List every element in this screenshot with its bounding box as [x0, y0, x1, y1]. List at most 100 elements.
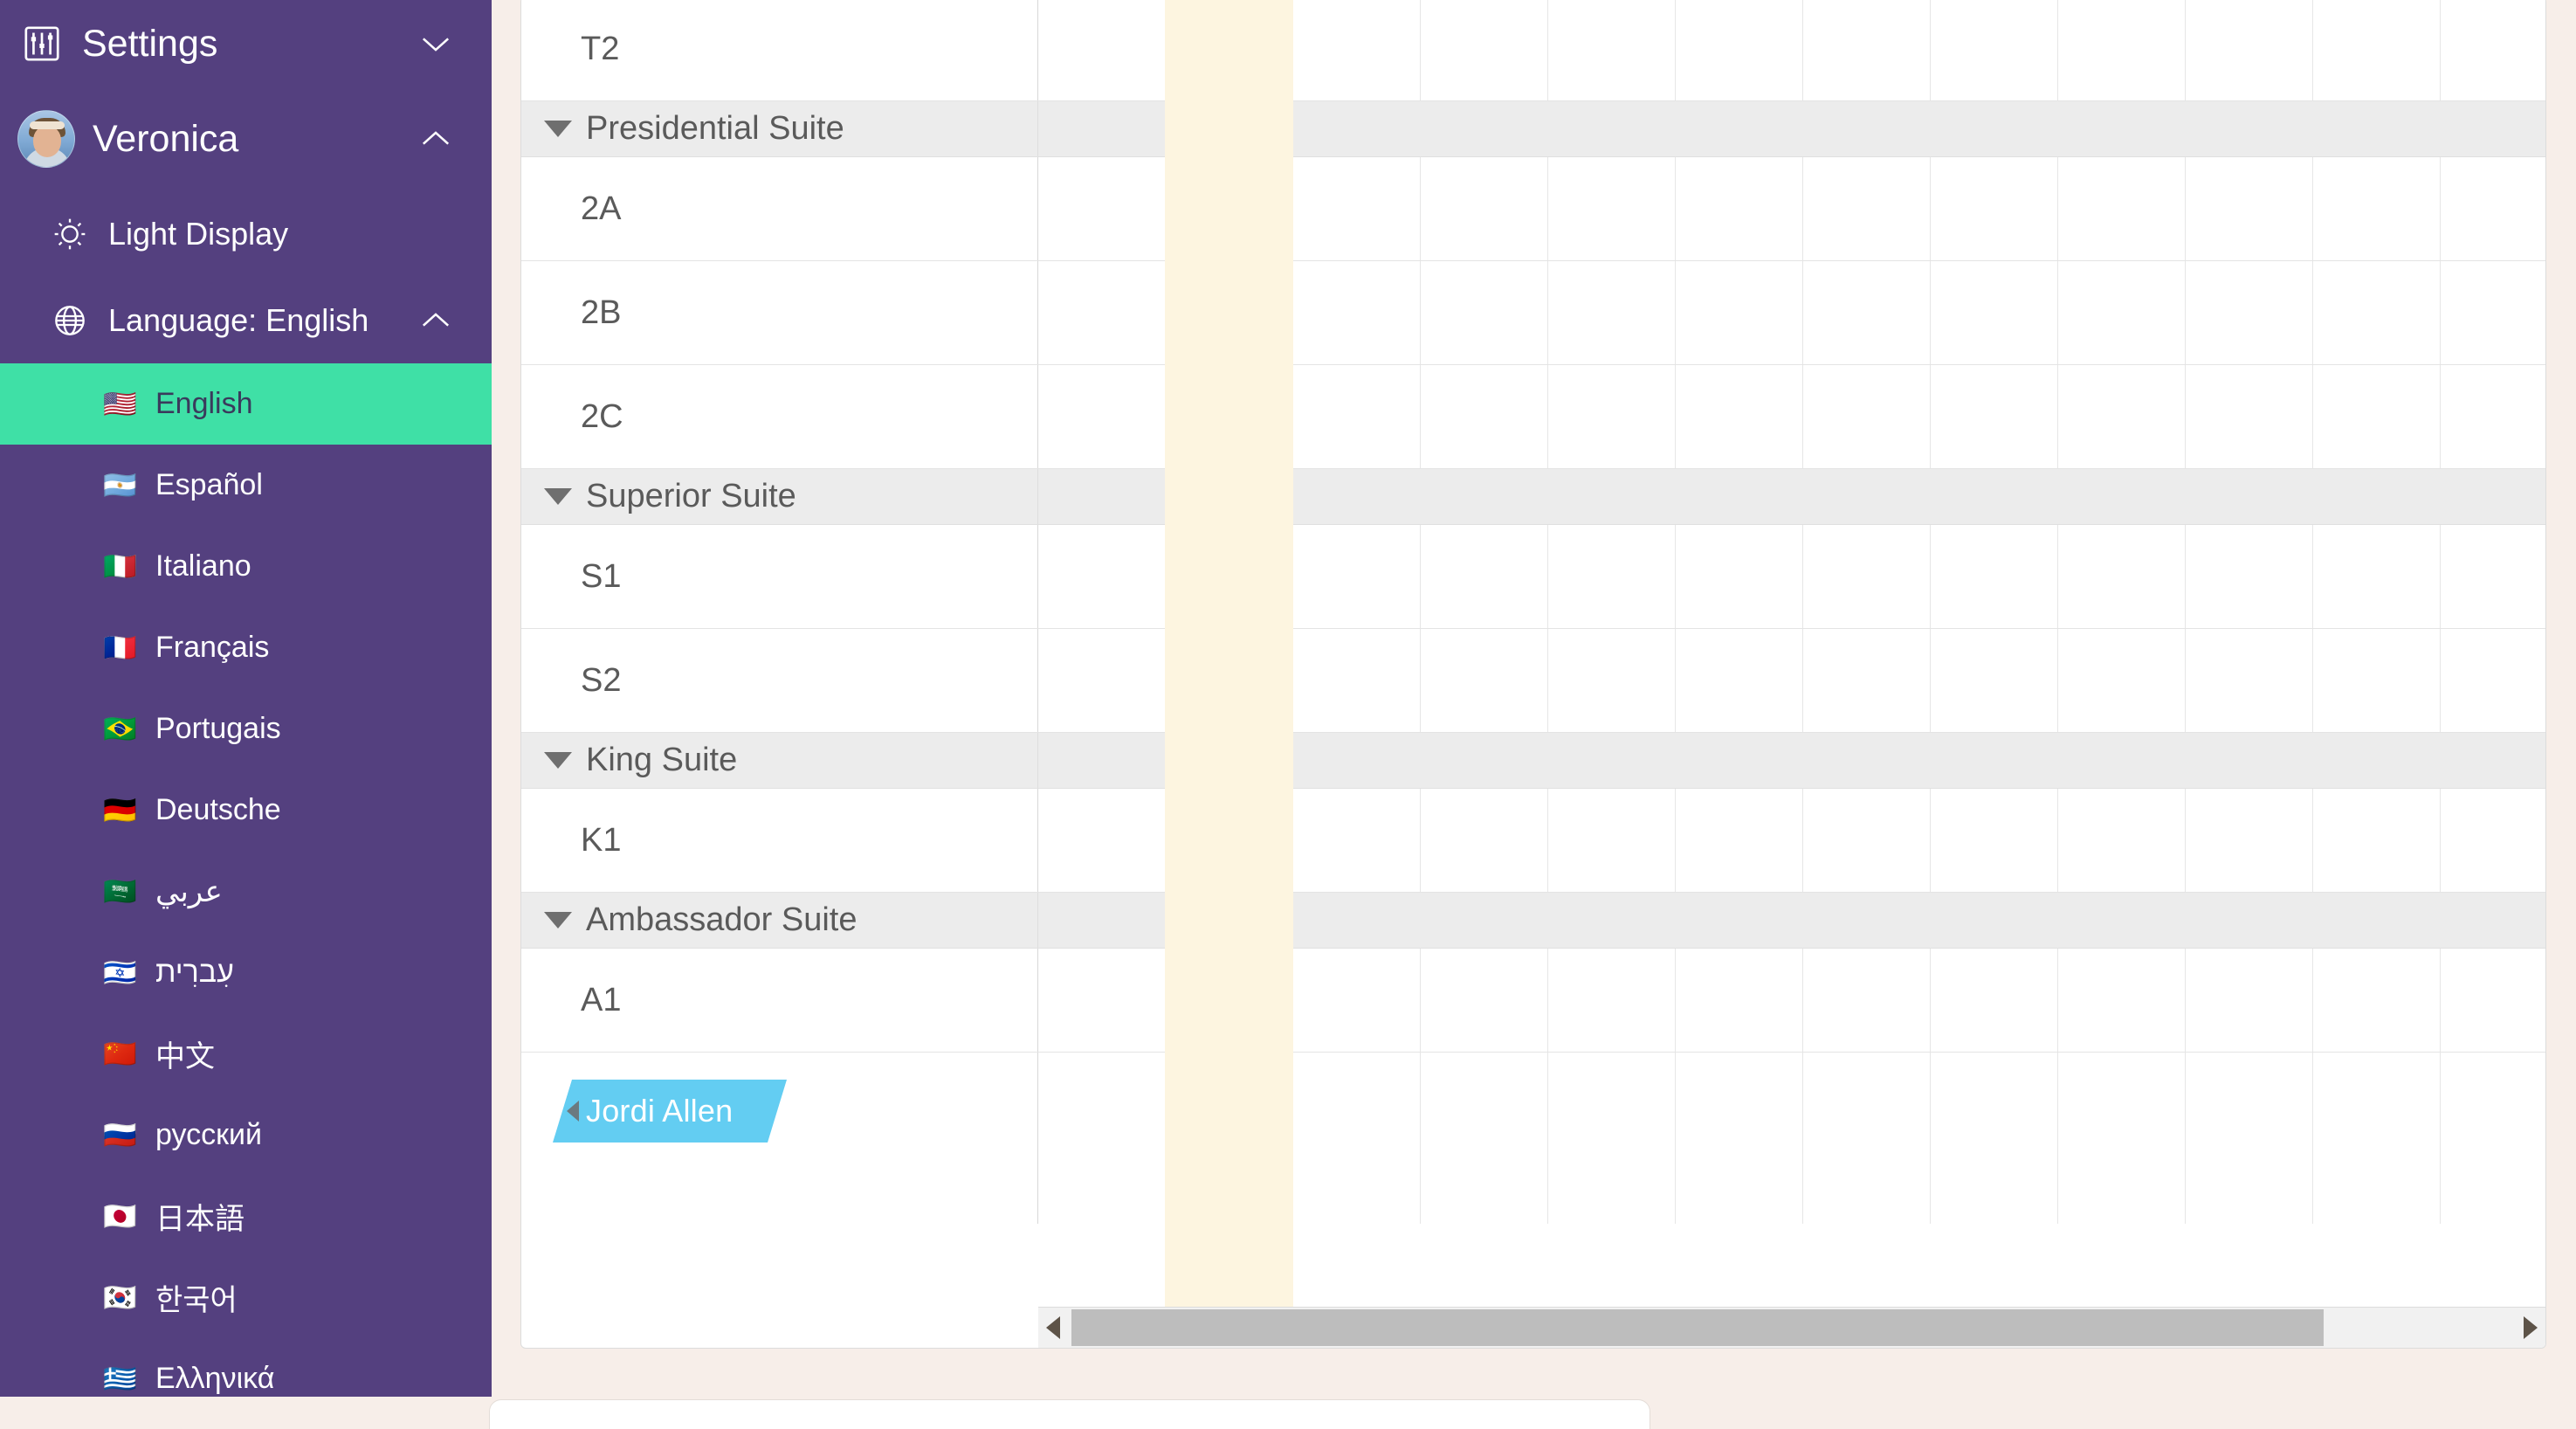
- timeline-cell[interactable]: [1803, 261, 1931, 364]
- caret-down-icon[interactable]: [544, 121, 572, 137]
- timeline-cell[interactable]: [1548, 629, 1676, 732]
- timeline-cell[interactable]: [1038, 365, 1166, 468]
- timeline-cell[interactable]: [1803, 949, 1931, 1052]
- timeline-cell[interactable]: [1038, 629, 1166, 732]
- timeline-cell[interactable]: [2313, 157, 2441, 260]
- timeline-cell-today[interactable]: [1166, 157, 1293, 260]
- timeline-cell[interactable]: [1293, 261, 1421, 364]
- timeline-cell[interactable]: [2313, 261, 2441, 364]
- timeline-cell[interactable]: [2441, 261, 2545, 364]
- timeline-cell[interactable]: [1803, 789, 1931, 892]
- chevron-up-icon[interactable]: [418, 129, 453, 148]
- timeline-cell[interactable]: [1421, 0, 1548, 100]
- timeline-cell[interactable]: [2313, 629, 2441, 732]
- chevron-down-icon[interactable]: [418, 34, 453, 53]
- timeline-cell[interactable]: [1676, 525, 1803, 628]
- timeline-cell[interactable]: [2441, 525, 2545, 628]
- timeline-cell[interactable]: [1803, 1053, 1931, 1224]
- timeline-cell-today[interactable]: [1166, 0, 1293, 100]
- timeline-cell[interactable]: [2058, 261, 2186, 364]
- timeline-cell[interactable]: [2441, 1053, 2545, 1224]
- timeline-cell[interactable]: [2186, 789, 2313, 892]
- timeline-cell[interactable]: [1676, 261, 1803, 364]
- room-group-row[interactable]: Presidential Suite: [521, 101, 2545, 157]
- sidebar-item-light-display[interactable]: Light Display: [0, 190, 492, 277]
- timeline-cell[interactable]: [1038, 1053, 1166, 1224]
- timeline-cell[interactable]: [1293, 525, 1421, 628]
- timeline-cell[interactable]: [1293, 365, 1421, 468]
- timeline-cell-today[interactable]: [1166, 1053, 1293, 1224]
- timeline-cell[interactable]: [1676, 789, 1803, 892]
- language-item[interactable]: 🇬🇷 Ελληνικά: [0, 1338, 492, 1397]
- timeline-cell[interactable]: [2058, 0, 2186, 100]
- timeline-cell[interactable]: [1548, 949, 1676, 1052]
- timeline-cell[interactable]: [1931, 0, 2058, 100]
- language-item[interactable]: 🇰🇷 한국어: [0, 1257, 492, 1338]
- timeline-cell[interactable]: [1421, 949, 1548, 1052]
- timeline-cell[interactable]: [2441, 365, 2545, 468]
- chevron-up-icon[interactable]: [418, 311, 453, 330]
- scroll-right-arrow-icon[interactable]: [2516, 1316, 2545, 1339]
- timeline-cell[interactable]: [2058, 949, 2186, 1052]
- timeline-cell-today[interactable]: [1166, 365, 1293, 468]
- scrollbar-track[interactable]: [1068, 1307, 2516, 1348]
- timeline-cell[interactable]: [2313, 365, 2441, 468]
- timeline-cell-today[interactable]: [1166, 789, 1293, 892]
- timeline-cell[interactable]: [1803, 525, 1931, 628]
- timeline-cell[interactable]: [1038, 261, 1166, 364]
- timeline-cell[interactable]: [1548, 261, 1676, 364]
- user-profile-row[interactable]: Veronica: [0, 87, 492, 190]
- timeline-cell[interactable]: [1931, 157, 2058, 260]
- timeline-cell[interactable]: [2186, 0, 2313, 100]
- timeline-cell-today[interactable]: [1166, 949, 1293, 1052]
- caret-down-icon[interactable]: [544, 488, 572, 505]
- timeline-cell[interactable]: [2186, 629, 2313, 732]
- timeline-cell[interactable]: [1931, 629, 2058, 732]
- timeline-cell[interactable]: [1293, 1053, 1421, 1224]
- timeline-cell[interactable]: [1676, 629, 1803, 732]
- timeline-cell[interactable]: [1931, 1053, 2058, 1224]
- timeline-cell[interactable]: [2441, 949, 2545, 1052]
- timeline-cell[interactable]: [1421, 789, 1548, 892]
- timeline-cell[interactable]: [1038, 949, 1166, 1052]
- timeline-cell[interactable]: [1803, 0, 1931, 100]
- timeline-cell[interactable]: [2441, 157, 2545, 260]
- timeline-cell[interactable]: [1548, 365, 1676, 468]
- room-group-row[interactable]: Superior Suite: [521, 469, 2545, 525]
- timeline-cell[interactable]: [2058, 789, 2186, 892]
- timeline-cell[interactable]: [1931, 949, 2058, 1052]
- timeline-cell[interactable]: [1038, 157, 1166, 260]
- timeline-cell[interactable]: [2058, 157, 2186, 260]
- timeline-cell-today[interactable]: [1166, 525, 1293, 628]
- timeline-cell[interactable]: [1803, 629, 1931, 732]
- timeline-cell[interactable]: [2313, 949, 2441, 1052]
- timeline-cell[interactable]: [1931, 261, 2058, 364]
- settings-header[interactable]: Settings: [0, 0, 492, 87]
- timeline-cell[interactable]: [2313, 525, 2441, 628]
- timeline-cell[interactable]: [1293, 789, 1421, 892]
- timeline-cell[interactable]: [1676, 1053, 1803, 1224]
- sidebar-item-language[interactable]: Language: English: [0, 277, 492, 363]
- timeline-cell-today[interactable]: [1166, 261, 1293, 364]
- timeline-cell[interactable]: [2186, 261, 2313, 364]
- timeline-cell[interactable]: [1548, 157, 1676, 260]
- scrollbar-thumb[interactable]: [1071, 1308, 2324, 1346]
- timeline-cell[interactable]: [1676, 0, 1803, 100]
- timeline-cell[interactable]: [1293, 157, 1421, 260]
- timeline-cell[interactable]: [1421, 261, 1548, 364]
- timeline-cell[interactable]: [2058, 1053, 2186, 1224]
- timeline-cell[interactable]: [1421, 365, 1548, 468]
- scroll-left-arrow-icon[interactable]: [1038, 1316, 1068, 1339]
- timeline-cell[interactable]: [2186, 157, 2313, 260]
- timeline-cell[interactable]: [2441, 0, 2545, 100]
- timeline-cell[interactable]: [1421, 629, 1548, 732]
- timeline-cell[interactable]: [1676, 157, 1803, 260]
- timeline-cell[interactable]: [2313, 0, 2441, 100]
- timeline-cell[interactable]: [1038, 0, 1166, 100]
- timeline-cell[interactable]: [1548, 789, 1676, 892]
- booking-bar-jordi-allen[interactable]: Jordi Allen: [553, 1080, 787, 1143]
- timeline-cell[interactable]: [1421, 1053, 1548, 1224]
- language-item[interactable]: 🇮🇱 עִברִית: [0, 932, 492, 1013]
- language-item[interactable]: 🇧🇷 Portugais: [0, 688, 492, 770]
- horizontal-scrollbar[interactable]: [1038, 1307, 2545, 1348]
